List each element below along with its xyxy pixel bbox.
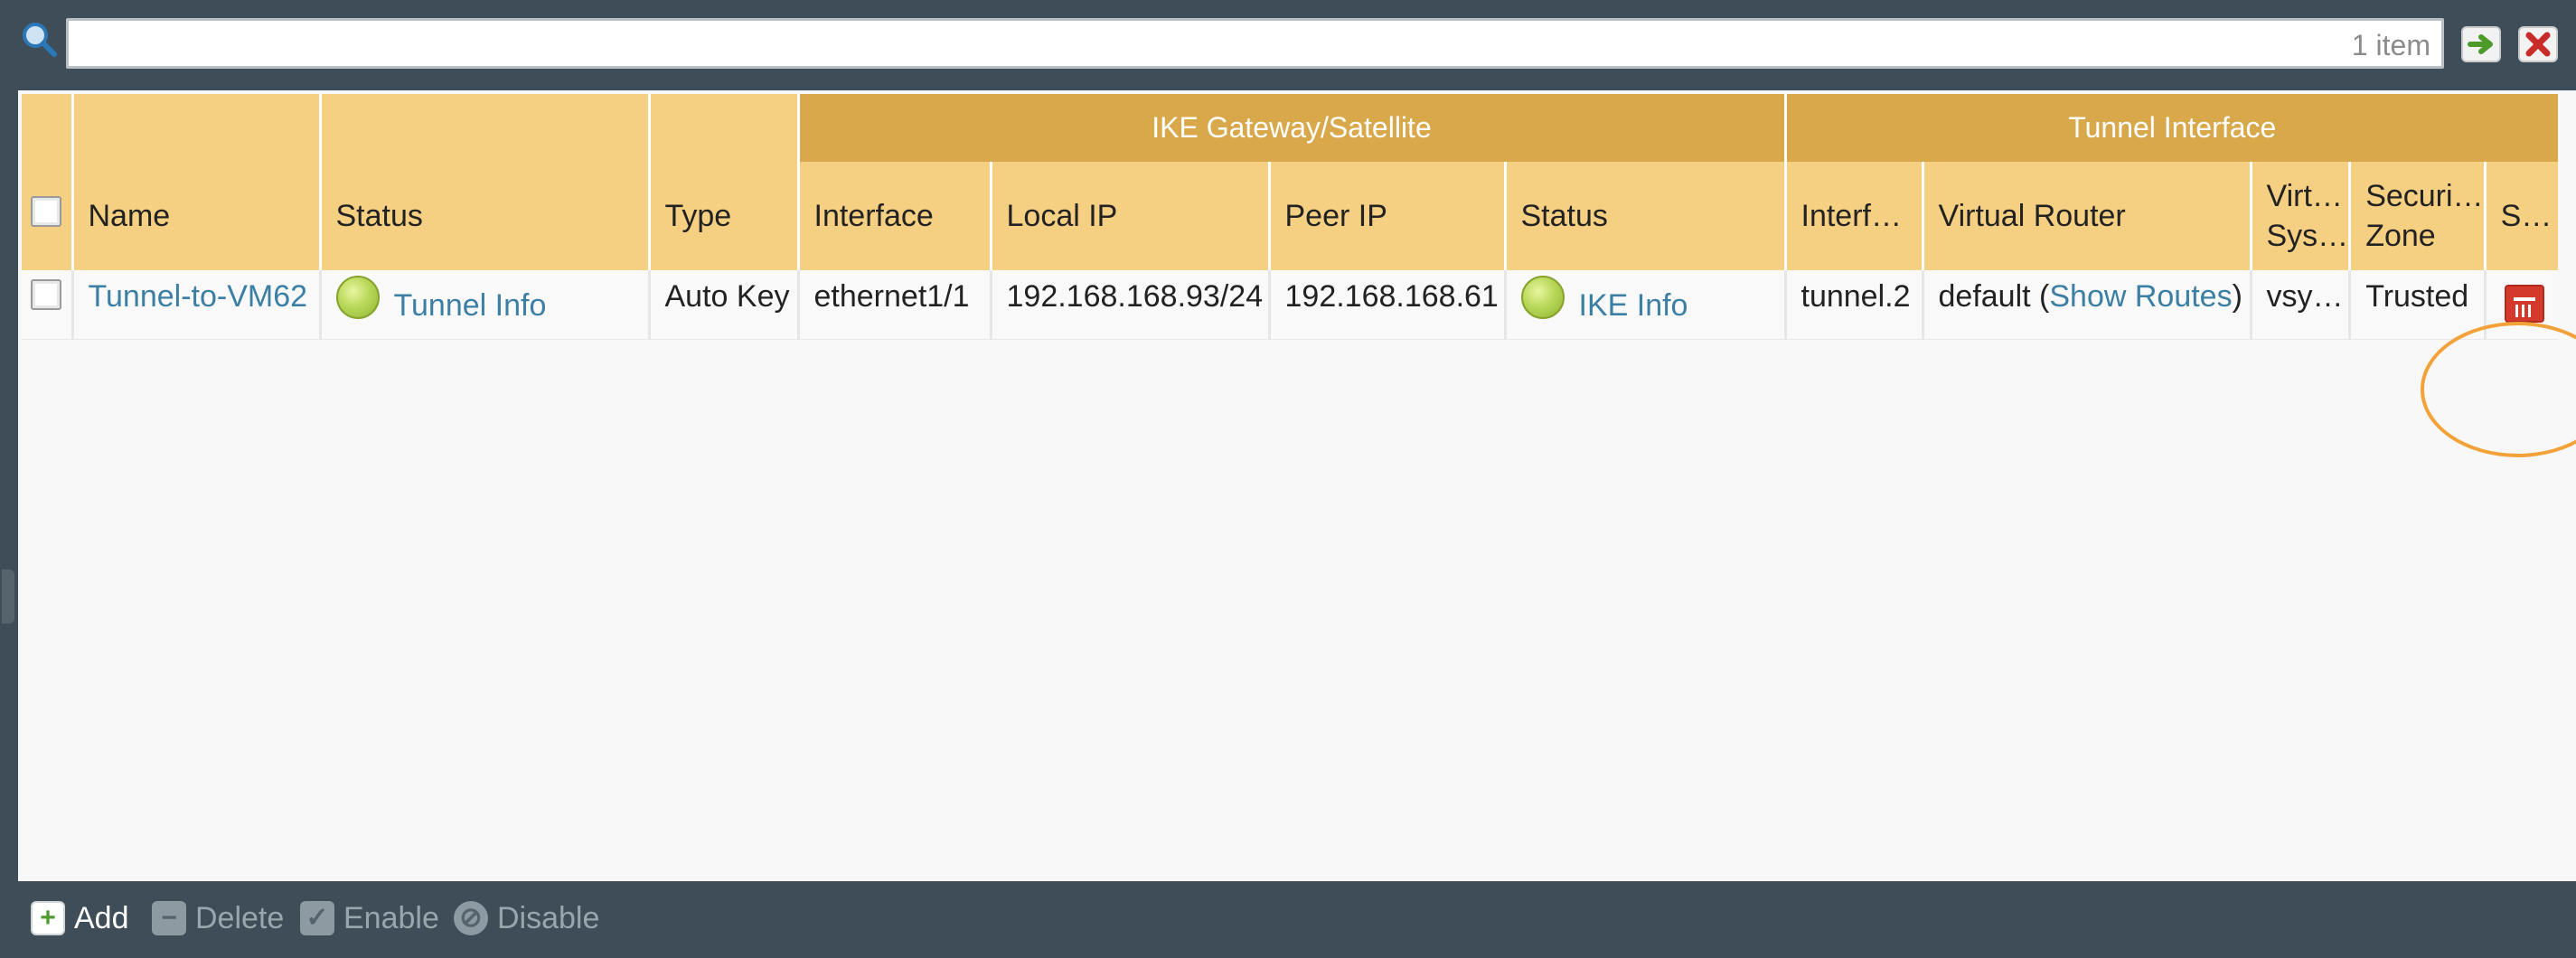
search-icon	[23, 23, 57, 57]
bottom-toolbar: + Add − Delete ✓ Enable ⊘ Disable	[0, 881, 2576, 958]
row-select-cell	[22, 270, 72, 340]
virtual-router-suffix: )	[2232, 279, 2242, 314]
disable-icon: ⊘	[454, 901, 488, 935]
column-header-virtual-system[interactable]: Virt… Sys…	[2249, 162, 2350, 270]
enable-label: Enable	[343, 900, 439, 935]
side-panel-edge	[0, 90, 18, 881]
column-header-status[interactable]: Status	[318, 162, 649, 270]
close-icon	[2525, 32, 2551, 57]
column-header-type[interactable]: Type	[647, 162, 798, 270]
ike-status-cell: IKE Info	[1503, 270, 1785, 340]
tunnel-status-cell: Tunnel Info	[318, 270, 649, 340]
security-zone-cell: Trusted	[2348, 270, 2486, 340]
select-all-checkbox[interactable]	[31, 195, 61, 227]
virtual-router-cell: default (Show Routes)	[1921, 270, 2251, 340]
disable-button[interactable]: ⊘ Disable	[454, 898, 599, 938]
arrow-right-icon	[2468, 34, 2493, 54]
apply-filter-button[interactable]	[2461, 26, 2501, 62]
column-header-virtual-router[interactable]: Virtual Router	[1921, 162, 2251, 270]
clear-filter-button[interactable]	[2518, 26, 2558, 62]
filter-input[interactable]: 1 item	[66, 18, 2444, 69]
column-header-s[interactable]: S…	[2483, 162, 2559, 270]
column-header-security-zone[interactable]: Securi… Zone	[2348, 162, 2486, 270]
column-header-name[interactable]: Name	[71, 162, 320, 270]
ipsec-tunnels-table: IKE Gateway/Satellite Tunnel Interface N…	[22, 94, 2559, 340]
header-blank	[71, 94, 320, 162]
plus-icon: +	[31, 901, 65, 935]
ike-status-indicator-icon	[1520, 276, 1565, 319]
virtual-system-cell: vsy…	[2249, 270, 2350, 340]
result-count: 1 item	[2351, 29, 2430, 61]
search-bar: 1 item	[0, 0, 2576, 90]
interface-cell: ethernet1/1	[796, 270, 991, 340]
disable-label: Disable	[497, 900, 600, 935]
row-checkbox[interactable]	[31, 279, 61, 310]
tunnel-grid-panel: IKE Gateway/Satellite Tunnel Interface N…	[18, 90, 2576, 881]
type-cell: Auto Key	[647, 270, 798, 340]
column-header-tunnel-interface[interactable]: Interf…	[1783, 162, 1923, 270]
highlight-annotation	[2421, 322, 2576, 457]
delete-button[interactable]: − Delete	[152, 898, 284, 938]
add-label: Add	[74, 900, 129, 935]
minus-icon: −	[152, 901, 186, 935]
enable-button[interactable]: ✓ Enable	[300, 898, 439, 938]
column-header-peer-ip[interactable]: Peer IP	[1267, 162, 1505, 270]
add-button[interactable]: + Add	[31, 898, 129, 938]
delete-label: Delete	[195, 900, 285, 935]
local-ip-cell: 192.168.168.93/24	[989, 270, 1269, 340]
tunnel-info-link[interactable]: Tunnel Info	[394, 288, 547, 324]
tunnel-interface-cell: tunnel.2	[1783, 270, 1923, 340]
show-routes-link[interactable]: Show Routes	[2049, 279, 2232, 314]
table-row[interactable]: Tunnel-to-VM62 Tunnel Info Auto Key ethe…	[22, 270, 2559, 340]
header-blank	[647, 94, 798, 162]
peer-ip-cell: 192.168.168.61	[1267, 270, 1505, 340]
checkmark-icon: ✓	[300, 901, 334, 935]
tunnel-name-cell: Tunnel-to-VM62	[71, 270, 320, 340]
column-header-local-ip[interactable]: Local IP	[989, 162, 1269, 270]
header-blank	[22, 94, 72, 162]
collapse-handle[interactable]	[2, 569, 14, 624]
select-all-header	[22, 162, 72, 270]
tunnel-name-link[interactable]: Tunnel-to-VM62	[89, 279, 308, 314]
group-header-tunnel-interface: Tunnel Interface	[1783, 94, 2559, 162]
red-status-icon[interactable]	[2504, 285, 2544, 323]
header-blank	[318, 94, 649, 162]
column-header-ike-status[interactable]: Status	[1503, 162, 1785, 270]
virtual-router-value: default (	[1938, 279, 2050, 314]
group-header-ike-gateway: IKE Gateway/Satellite	[796, 94, 1785, 162]
ike-info-link[interactable]: IKE Info	[1579, 288, 1688, 324]
tunnel-status-indicator-icon	[335, 276, 380, 319]
column-header-interface[interactable]: Interface	[796, 162, 991, 270]
